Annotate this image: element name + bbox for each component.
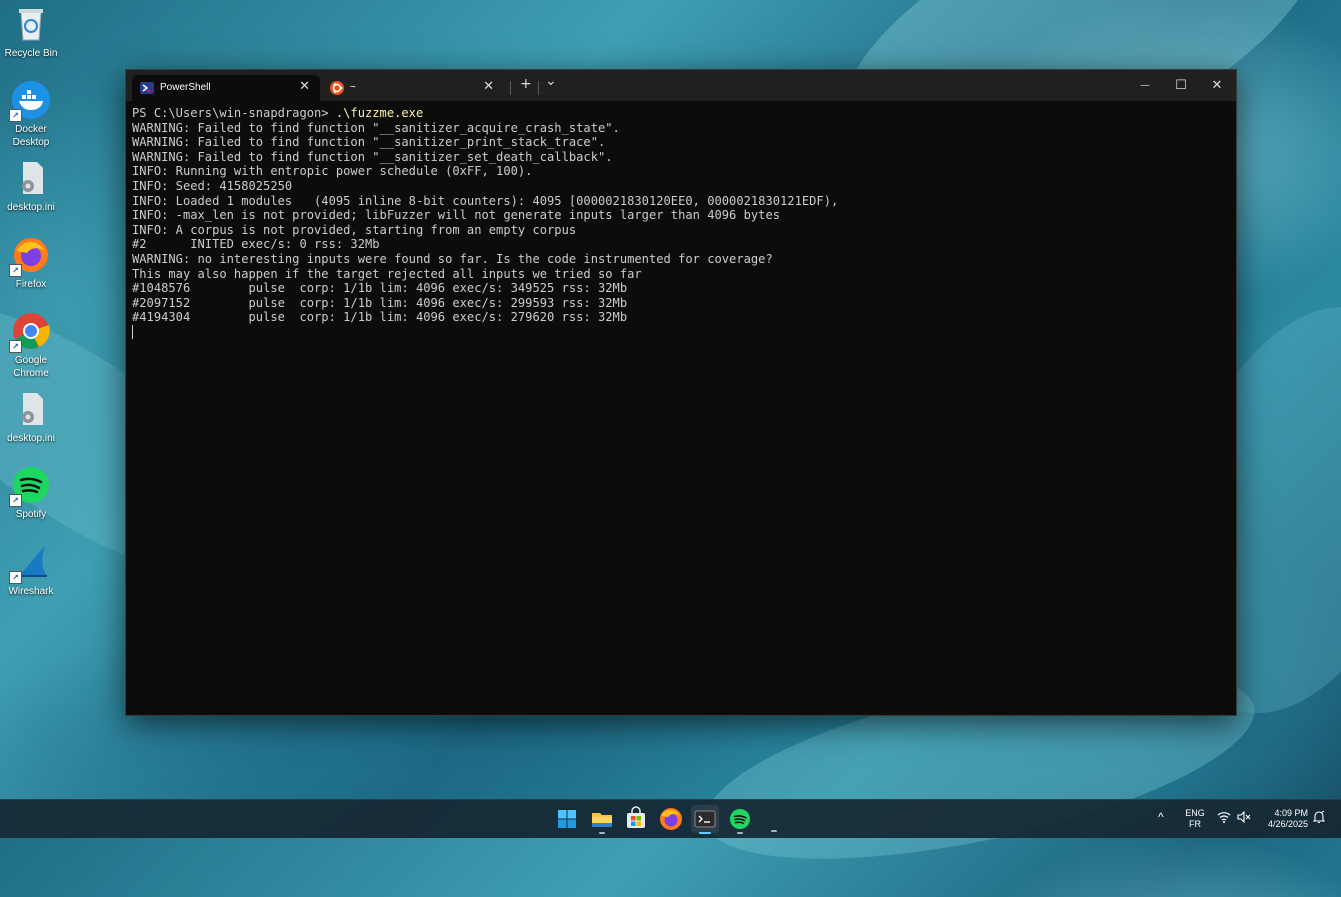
notification-bell-icon[interactable] — [1312, 810, 1326, 827]
volume-muted-icon[interactable] — [1237, 810, 1251, 826]
wifi-icon[interactable] — [1217, 811, 1231, 826]
console-line: This may also happen if the target rejec… — [132, 266, 642, 281]
powershell-icon — [140, 82, 154, 94]
terminal-taskbar-button[interactable] — [691, 805, 719, 834]
close-tab-button[interactable]: ✕ — [299, 79, 310, 94]
desktop-ini-file[interactable]: desktop.ini — [0, 158, 62, 214]
spotify-shortcut[interactable]: ↗ Spotify — [0, 465, 62, 521]
desktop-icon-label: Docker Desktop — [12, 124, 50, 148]
console-line: INFO: Seed: 4158025250 — [132, 178, 293, 193]
spotify-icon — [730, 809, 750, 829]
console-line: INFO: Loaded 1 modules (4095 inline 8-bi… — [132, 193, 839, 208]
file-explorer-button[interactable] — [588, 805, 616, 834]
desktop-icon-label: desktop.ini — [7, 433, 55, 444]
file-explorer-icon — [592, 813, 612, 827]
tab-dropdown-button[interactable]: ⌄ — [545, 73, 557, 89]
desktop-icon-label: Spotify — [15, 509, 47, 520]
spotify-icon: ↗ — [9, 465, 51, 507]
docker-icon: ↗ — [9, 80, 51, 122]
console-line: INFO: Running with entropic power schedu… — [132, 164, 533, 179]
chrome-icon: ↗ — [9, 311, 51, 353]
taskbar: ^ ENG FR 4:09 PM 4/26/2025 — [0, 799, 1341, 838]
console-output[interactable]: PS C:\Users\win-snapdragon> .\fuzzme.exe… — [132, 106, 1230, 709]
tab-title: ~ — [350, 82, 356, 93]
microsoft-store-button[interactable] — [622, 805, 650, 833]
firefox-icon — [660, 808, 682, 830]
wireshark-shortcut[interactable]: ↗ Wireshark — [0, 542, 62, 598]
keyboard-layout-code: FR — [1189, 819, 1201, 829]
desktop-ini-file[interactable]: desktop.ini — [0, 389, 62, 445]
desktop-icon-label: Google Chrome — [13, 355, 49, 379]
console-line: WARNING: Failed to find function "__sani… — [132, 135, 606, 150]
microsoft-store-icon — [627, 806, 645, 828]
recycle-bin-icon — [11, 4, 51, 44]
wireshark-icon: ↗ — [9, 542, 51, 584]
shortcut-arrow-icon: ↗ — [9, 340, 22, 353]
clock-time: 4:09 PM — [1274, 808, 1308, 818]
ubuntu-icon — [330, 81, 344, 95]
running-indicator — [599, 832, 605, 834]
firefox-icon: ↗ — [9, 235, 51, 277]
console-line: INFO: -max_len is not provided; libFuzze… — [132, 208, 781, 223]
tab-separator — [510, 81, 511, 95]
language-code: ENG — [1185, 808, 1205, 818]
terminal-window[interactable]: PowerShell ✕ ~ ✕ + ⌄ — ☐ ✕ PS C:\Users\w… — [125, 69, 1237, 716]
maximize-button[interactable]: ☐ — [1163, 74, 1199, 98]
shortcut-arrow-icon: ↗ — [9, 264, 22, 277]
tab-separator — [538, 81, 539, 95]
console-line: INFO: A corpus is not provided, starting… — [132, 222, 577, 237]
output-lines: WARNING: Failed to find function "__sani… — [132, 121, 1230, 325]
desktop-icon-label: Recycle Bin — [4, 48, 58, 59]
show-hidden-icons-button[interactable]: ^ — [1158, 811, 1164, 823]
tab-title: PowerShell — [160, 82, 211, 93]
console-line: #4194304 pulse corp: 1/1b lim: 4096 exec… — [132, 310, 628, 325]
tab-ubuntu[interactable]: ~ ✕ — [322, 75, 504, 101]
settings-file-icon — [11, 158, 51, 198]
start-button[interactable] — [553, 805, 581, 833]
firefox-shortcut[interactable]: ↗ Firefox — [0, 235, 62, 291]
google-chrome-shortcut[interactable]: ↗ Google Chrome — [0, 311, 62, 380]
settings-file-icon — [11, 389, 51, 429]
terminal-icon — [694, 810, 716, 828]
shortcut-arrow-icon: ↗ — [9, 109, 22, 122]
running-indicator — [771, 830, 777, 832]
console-line: WARNING: no interesting inputs were foun… — [132, 251, 773, 266]
new-tab-button[interactable]: + — [520, 76, 532, 92]
close-window-button[interactable]: ✕ — [1199, 74, 1235, 98]
command: .\fuzzme.exe — [335, 106, 424, 120]
running-indicator — [737, 832, 743, 834]
console-line: #1048576 pulse corp: 1/1b lim: 4096 exec… — [132, 281, 628, 296]
prompt: PS C:\Users\win-snapdragon> — [132, 106, 336, 120]
minimize-button[interactable]: — — [1127, 74, 1163, 98]
desktop-icon-label: Wireshark — [8, 586, 54, 597]
text-cursor — [132, 325, 133, 340]
running-indicator — [699, 832, 711, 834]
desktop-icon-label: desktop.ini — [7, 202, 55, 213]
console-line: #2 INITED exec/s: 0 rss: 32Mb — [132, 237, 380, 252]
spotify-taskbar-button[interactable] — [726, 805, 754, 834]
start-icon — [558, 810, 576, 828]
desktop-icon-label: Firefox — [15, 279, 47, 290]
console-line: WARNING: Failed to find function "__sani… — [132, 120, 620, 135]
close-tab-button[interactable]: ✕ — [483, 79, 494, 94]
recycle-bin-shortcut[interactable]: Recycle Bin — [0, 4, 62, 60]
clock[interactable]: 4:09 PM 4/26/2025 — [1258, 808, 1308, 830]
console-line: #2097152 pulse corp: 1/1b lim: 4096 exec… — [132, 295, 628, 310]
docker-desktop-shortcut[interactable]: ↗ Docker Desktop — [0, 80, 62, 149]
input-language-indicator[interactable]: ENG FR — [1183, 808, 1207, 830]
shortcut-arrow-icon: ↗ — [9, 571, 22, 584]
title-bar[interactable]: PowerShell ✕ ~ ✕ + ⌄ — ☐ ✕ — [126, 70, 1236, 101]
tab-powershell[interactable]: PowerShell ✕ — [132, 75, 320, 101]
console-line: WARNING: Failed to find function "__sani… — [132, 149, 613, 164]
firefox-taskbar-button[interactable] — [657, 805, 685, 833]
clock-date: 4/26/2025 — [1267, 819, 1308, 829]
shortcut-arrow-icon: ↗ — [9, 494, 22, 507]
